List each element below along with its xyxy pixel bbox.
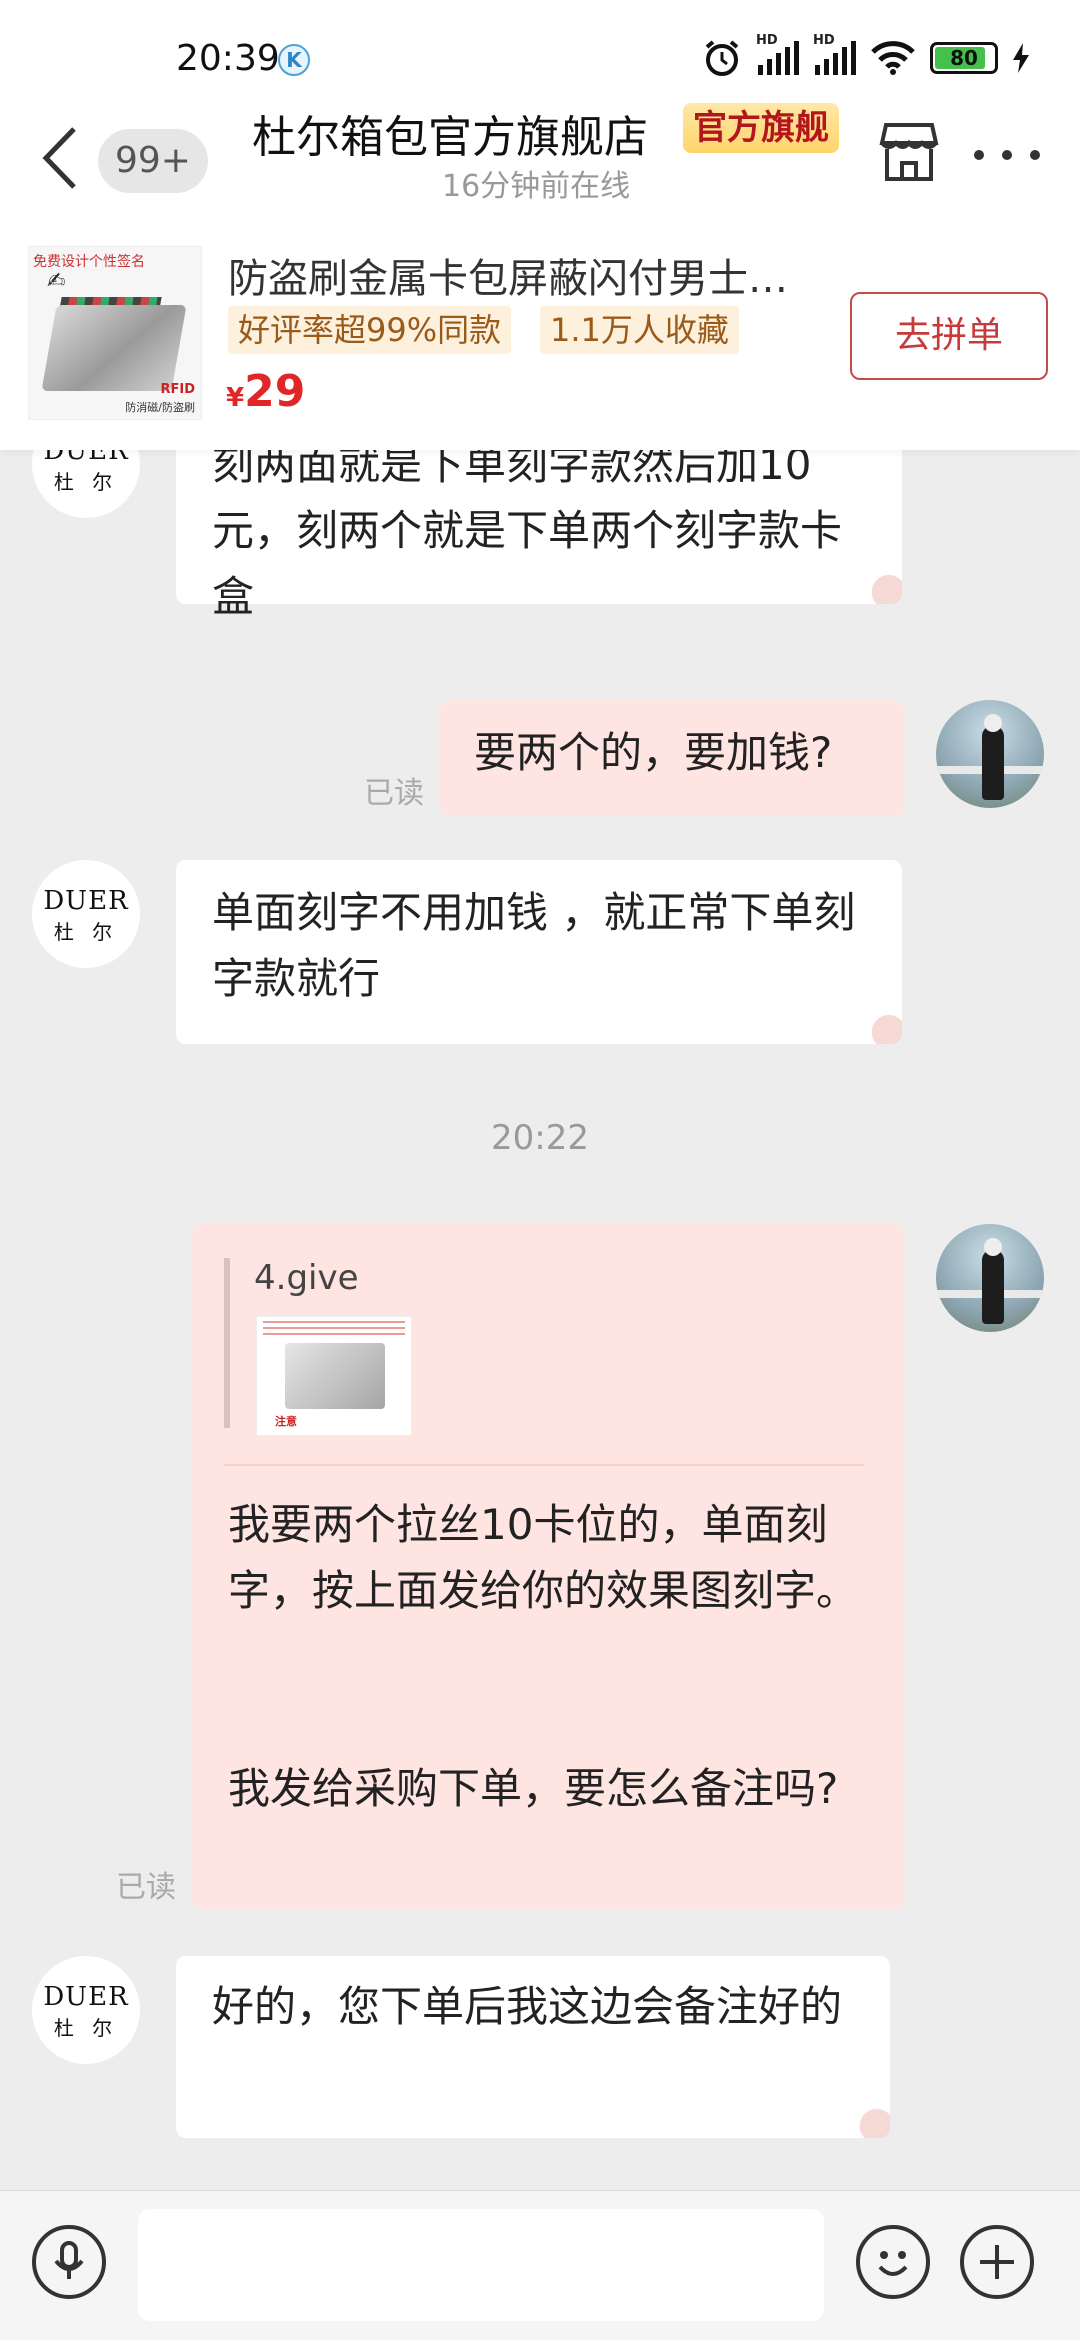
- shop-avatar[interactable]: DUER 杜 尔: [32, 1956, 140, 2064]
- bubble-decoration: [846, 2098, 890, 2138]
- signal-icon: HD: [756, 33, 799, 75]
- official-store-badge: 官方旗舰: [683, 103, 839, 153]
- message-text: 好的，您下单后我这边会备注好的: [212, 1982, 843, 2031]
- quoted-image[interactable]: 注意: [256, 1316, 412, 1436]
- more-actions-button[interactable]: [960, 2225, 1034, 2299]
- rfid-label: RFID: [160, 382, 195, 397]
- avatar-logo-cn: 杜 尔: [53, 2016, 119, 2040]
- price-value: 29: [244, 366, 306, 417]
- card-case-image: [41, 305, 187, 391]
- charging-icon: [1013, 43, 1029, 73]
- more-options-icon[interactable]: [972, 147, 1042, 163]
- thumb-footer: 防消磁/防盗刷: [125, 401, 195, 414]
- product-thumbnail[interactable]: 免费设计个性签名 ✍ RFID 防消磁/防盗刷: [28, 246, 202, 420]
- voice-input-button[interactable]: [32, 2225, 106, 2299]
- quote-label: 4.give: [254, 1258, 359, 1298]
- status-icons: HD HD 80: [702, 33, 1030, 78]
- microphone-icon: [54, 2241, 84, 2279]
- message-text: 刻两面就是下单刻字款然后加10元，刻两个就是下单两个刻字款卡盒: [212, 450, 843, 621]
- avatar-logo-en: DUER: [43, 1982, 129, 2012]
- input-bar: [0, 2190, 1080, 2340]
- k-app-icon: K: [278, 44, 310, 76]
- message-list[interactable]: DUER 杜 尔 刻两面就是下单刻字款然后加10元，刻两个就是下单两个刻字款卡盒…: [0, 450, 1080, 2190]
- online-status: 16分钟前在线: [442, 169, 631, 204]
- read-status: 已读: [364, 776, 424, 811]
- product-card[interactable]: 免费设计个性签名 ✍ RFID 防消磁/防盗刷 防盗刷金属卡包屏蔽闪付男士… 好…: [0, 230, 1080, 450]
- signal-icon-2: HD: [813, 33, 856, 75]
- avatar-logo-en: DUER: [43, 886, 129, 916]
- battery-icon: 80: [930, 42, 998, 74]
- message-bubble-incoming[interactable]: 好的，您下单后我这边会备注好的: [176, 1956, 890, 2138]
- price-currency: ¥: [226, 383, 245, 413]
- avatar-logo-cn: 杜 尔: [53, 470, 119, 494]
- battery-level: 80: [950, 46, 978, 70]
- message-text: 我要两个拉丝10卡位的，单面刻字，按上面发给你的效果图刻字。: [228, 1500, 859, 1615]
- avatar-logo-en: DUER: [43, 450, 129, 466]
- user-avatar[interactable]: [936, 1224, 1044, 1332]
- message-text: 要两个的，要加钱?: [474, 728, 833, 777]
- message-bubble-outgoing[interactable]: 要两个的，要加钱?: [440, 700, 904, 816]
- chat-header: 99+ 杜尔箱包官方旗舰店 官方旗舰 16分钟前在线: [0, 95, 1080, 230]
- emoji-icon: [878, 2251, 908, 2276]
- back-arrow-icon[interactable]: [36, 123, 86, 193]
- hd-label-2: HD: [813, 33, 835, 48]
- thumb-signature: ✍: [47, 269, 66, 294]
- status-bar: 20:39 K HD HD 80: [0, 0, 1080, 95]
- emoji-button[interactable]: [856, 2225, 930, 2299]
- bubble-decoration: [858, 1004, 902, 1044]
- shop-avatar[interactable]: DUER 杜 尔: [32, 450, 140, 518]
- message-bubble-incoming[interactable]: 刻两面就是下单刻字款然后加10元，刻两个就是下单两个刻字款卡盒: [176, 450, 902, 621]
- unread-count-badge[interactable]: 99+: [98, 129, 208, 193]
- message-input[interactable]: [138, 2209, 824, 2321]
- product-title[interactable]: 防盗刷金属卡包屏蔽闪付男士…: [228, 246, 828, 304]
- plus-icon: [980, 2245, 1014, 2279]
- alarm-icon: [705, 40, 739, 76]
- wifi-icon: [871, 41, 915, 75]
- message-text: 我发给采购下单，要怎么备注吗?: [228, 1764, 839, 1813]
- quote-divider: [224, 1464, 864, 1466]
- time-separator: 20:22: [491, 1118, 589, 1158]
- status-time: 20:39: [176, 38, 280, 79]
- shop-avatar[interactable]: DUER 杜 尔: [32, 860, 140, 968]
- product-price: ¥29: [226, 366, 305, 417]
- store-icon[interactable]: [878, 119, 940, 185]
- avatar-logo-cn: 杜 尔: [53, 920, 119, 944]
- rating-tag: 好评率超99%同款: [228, 306, 512, 354]
- message-text: 单面刻字不用加钱 ，就正常下单刻字款就行: [212, 888, 856, 1003]
- bubble-decoration: [858, 564, 902, 604]
- read-status: 已读: [116, 1870, 176, 1905]
- user-avatar[interactable]: [936, 700, 1044, 808]
- quoted-message[interactable]: 4.give 注意: [224, 1258, 864, 1436]
- group-buy-button[interactable]: 去拼单: [850, 292, 1048, 380]
- favorites-tag: 1.1万人收藏: [540, 306, 739, 354]
- hd-label: HD: [756, 33, 778, 48]
- shop-title: 杜尔箱包官方旗舰店: [252, 112, 648, 163]
- thumb-caption: 免费设计个性签名: [33, 254, 145, 270]
- message-bubble-incoming[interactable]: 单面刻字不用加钱 ，就正常下单刻字款就行: [176, 860, 902, 1044]
